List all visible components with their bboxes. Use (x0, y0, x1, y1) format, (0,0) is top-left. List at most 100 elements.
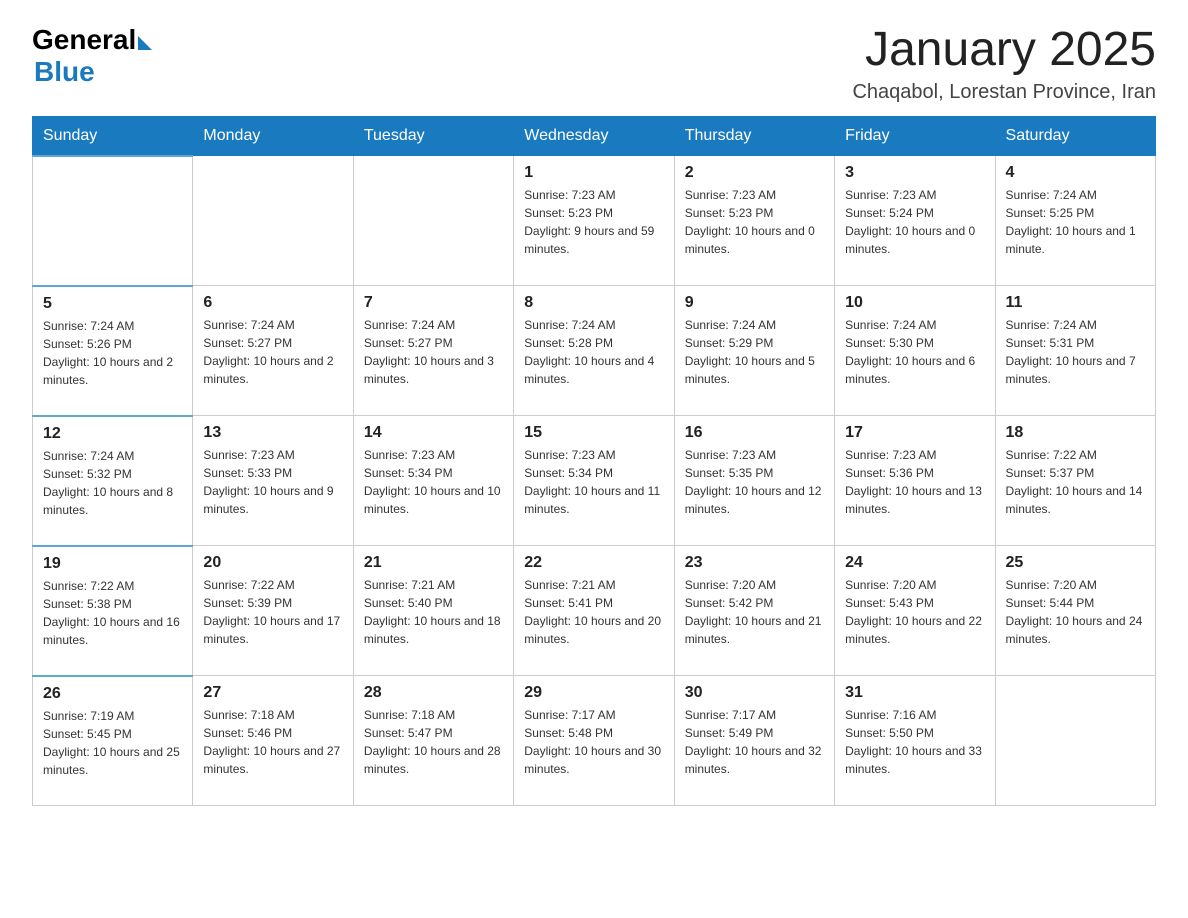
day-info: Sunrise: 7:22 AMSunset: 5:39 PMDaylight:… (203, 576, 342, 648)
day-info: Sunrise: 7:24 AMSunset: 5:25 PMDaylight:… (1006, 186, 1145, 258)
day-number: 14 (364, 424, 503, 442)
day-info: Sunrise: 7:19 AMSunset: 5:45 PMDaylight:… (43, 707, 182, 779)
day-info: Sunrise: 7:22 AMSunset: 5:38 PMDaylight:… (43, 577, 182, 649)
calendar-cell: 2 Sunrise: 7:23 AMSunset: 5:23 PMDaylight… (674, 156, 834, 286)
calendar-week-row: 12Sunrise: 7:24 AMSunset: 5:32 PMDayligh… (33, 416, 1156, 546)
calendar-cell (193, 156, 353, 286)
weekday-header-monday: Monday (193, 116, 353, 156)
day-info: Sunrise: 7:20 AMSunset: 5:43 PMDaylight:… (845, 576, 984, 648)
day-info: Sunrise: 7:23 AMSunset: 5:23 PMDaylight:… (685, 186, 824, 258)
day-info: Sunrise: 7:24 AMSunset: 5:30 PMDaylight:… (845, 316, 984, 388)
calendar-week-row: 5 Sunrise: 7:24 AMSunset: 5:26 PMDaylight… (33, 286, 1156, 416)
day-number: 19 (43, 555, 182, 573)
day-info: Sunrise: 7:23 AMSunset: 5:36 PMDaylight:… (845, 446, 984, 518)
calendar-cell: 8 Sunrise: 7:24 AMSunset: 5:28 PMDaylight… (514, 286, 674, 416)
day-number: 8 (524, 294, 663, 312)
calendar-cell: 29 Sunrise: 7:17 AMSunset: 5:48 PMDayligh… (514, 676, 674, 806)
calendar-cell: 5 Sunrise: 7:24 AMSunset: 5:26 PMDaylight… (33, 286, 193, 416)
day-number: 3 (845, 164, 984, 182)
logo-blue-text: Blue (34, 56, 152, 88)
day-info: Sunrise: 7:23 AMSunset: 5:35 PMDaylight:… (685, 446, 824, 518)
calendar-cell: 19 Sunrise: 7:22 AMSunset: 5:38 PMDayligh… (33, 546, 193, 676)
day-number: 24 (845, 554, 984, 572)
day-number: 29 (524, 684, 663, 702)
weekday-header-tuesday: Tuesday (353, 116, 513, 156)
calendar-cell (33, 156, 193, 286)
calendar-cell: 25 Sunrise: 7:20 AMSunset: 5:44 PMDayligh… (995, 546, 1155, 676)
calendar-cell: 6Sunrise: 7:24 AMSunset: 5:27 PMDaylight… (193, 286, 353, 416)
day-info: Sunrise: 7:20 AMSunset: 5:44 PMDaylight:… (1006, 576, 1145, 648)
calendar-cell: 26Sunrise: 7:19 AMSunset: 5:45 PMDayligh… (33, 676, 193, 806)
day-number: 13 (203, 424, 342, 442)
title-section: January 2025 Chaqabol, Lorestan Province… (852, 24, 1156, 104)
day-info: Sunrise: 7:23 AMSunset: 5:23 PMDaylight:… (524, 186, 663, 258)
calendar-cell: 9 Sunrise: 7:24 AMSunset: 5:29 PMDaylight… (674, 286, 834, 416)
calendar-week-row: 1 Sunrise: 7:23 AMSunset: 5:23 PMDaylight… (33, 156, 1156, 286)
weekday-header-wednesday: Wednesday (514, 116, 674, 156)
calendar-cell: 7 Sunrise: 7:24 AMSunset: 5:27 PMDaylight… (353, 286, 513, 416)
month-title: January 2025 (852, 24, 1156, 77)
day-number: 10 (845, 294, 984, 312)
page-header: General Blue January 2025 Chaqabol, Lore… (32, 24, 1156, 104)
calendar-cell: 21 Sunrise: 7:21 AMSunset: 5:40 PMDayligh… (353, 546, 513, 676)
day-number: 21 (364, 554, 503, 572)
day-info: Sunrise: 7:21 AMSunset: 5:40 PMDaylight:… (364, 576, 503, 648)
day-number: 2 (685, 164, 824, 182)
calendar-cell (995, 676, 1155, 806)
day-info: Sunrise: 7:24 AMSunset: 5:27 PMDaylight:… (364, 316, 503, 388)
calendar-cell: 28 Sunrise: 7:18 AMSunset: 5:47 PMDayligh… (353, 676, 513, 806)
day-info: Sunrise: 7:18 AMSunset: 5:47 PMDaylight:… (364, 706, 503, 778)
calendar-table: SundayMondayTuesdayWednesdayThursdayFrid… (32, 116, 1156, 807)
day-info: Sunrise: 7:24 AMSunset: 5:27 PMDaylight:… (203, 316, 342, 388)
calendar-cell: 20 Sunrise: 7:22 AMSunset: 5:39 PMDayligh… (193, 546, 353, 676)
calendar-cell: 15Sunrise: 7:23 AMSunset: 5:34 PMDayligh… (514, 416, 674, 546)
day-number: 22 (524, 554, 663, 572)
day-info: Sunrise: 7:23 AMSunset: 5:24 PMDaylight:… (845, 186, 984, 258)
day-number: 9 (685, 294, 824, 312)
calendar-cell: 13Sunrise: 7:23 AMSunset: 5:33 PMDayligh… (193, 416, 353, 546)
calendar-cell: 27Sunrise: 7:18 AMSunset: 5:46 PMDayligh… (193, 676, 353, 806)
day-info: Sunrise: 7:24 AMSunset: 5:28 PMDaylight:… (524, 316, 663, 388)
day-info: Sunrise: 7:17 AMSunset: 5:48 PMDaylight:… (524, 706, 663, 778)
location-subtitle: Chaqabol, Lorestan Province, Iran (852, 81, 1156, 104)
day-number: 17 (845, 424, 984, 442)
weekday-header-sunday: Sunday (33, 116, 193, 156)
calendar-cell: 12Sunrise: 7:24 AMSunset: 5:32 PMDayligh… (33, 416, 193, 546)
calendar-cell (353, 156, 513, 286)
day-number: 16 (685, 424, 824, 442)
day-info: Sunrise: 7:21 AMSunset: 5:41 PMDaylight:… (524, 576, 663, 648)
day-info: Sunrise: 7:23 AMSunset: 5:34 PMDaylight:… (524, 446, 663, 518)
calendar-cell: 17 Sunrise: 7:23 AMSunset: 5:36 PMDayligh… (835, 416, 995, 546)
day-info: Sunrise: 7:23 AMSunset: 5:34 PMDaylight:… (364, 446, 503, 518)
day-number: 11 (1006, 294, 1145, 312)
day-number: 25 (1006, 554, 1145, 572)
day-info: Sunrise: 7:20 AMSunset: 5:42 PMDaylight:… (685, 576, 824, 648)
calendar-cell: 1 Sunrise: 7:23 AMSunset: 5:23 PMDaylight… (514, 156, 674, 286)
day-number: 20 (203, 554, 342, 572)
day-number: 5 (43, 295, 182, 313)
calendar-cell: 23 Sunrise: 7:20 AMSunset: 5:42 PMDayligh… (674, 546, 834, 676)
day-number: 30 (685, 684, 824, 702)
day-number: 31 (845, 684, 984, 702)
calendar-body: 1 Sunrise: 7:23 AMSunset: 5:23 PMDaylight… (33, 156, 1156, 806)
day-info: Sunrise: 7:18 AMSunset: 5:46 PMDaylight:… (203, 706, 342, 778)
day-number: 23 (685, 554, 824, 572)
weekday-header-friday: Friday (835, 116, 995, 156)
logo-general-text: General (32, 24, 136, 56)
day-number: 1 (524, 164, 663, 182)
calendar-cell: 24 Sunrise: 7:20 AMSunset: 5:43 PMDayligh… (835, 546, 995, 676)
calendar-cell: 16 Sunrise: 7:23 AMSunset: 5:35 PMDayligh… (674, 416, 834, 546)
day-info: Sunrise: 7:17 AMSunset: 5:49 PMDaylight:… (685, 706, 824, 778)
day-number: 28 (364, 684, 503, 702)
day-number: 4 (1006, 164, 1145, 182)
calendar-cell: 3 Sunrise: 7:23 AMSunset: 5:24 PMDaylight… (835, 156, 995, 286)
day-info: Sunrise: 7:16 AMSunset: 5:50 PMDaylight:… (845, 706, 984, 778)
day-number: 7 (364, 294, 503, 312)
day-info: Sunrise: 7:24 AMSunset: 5:26 PMDaylight:… (43, 317, 182, 389)
calendar-week-row: 19 Sunrise: 7:22 AMSunset: 5:38 PMDayligh… (33, 546, 1156, 676)
calendar-cell: 10 Sunrise: 7:24 AMSunset: 5:30 PMDayligh… (835, 286, 995, 416)
day-info: Sunrise: 7:24 AMSunset: 5:29 PMDaylight:… (685, 316, 824, 388)
calendar-header: SundayMondayTuesdayWednesdayThursdayFrid… (33, 116, 1156, 156)
calendar-cell: 18Sunrise: 7:22 AMSunset: 5:37 PMDayligh… (995, 416, 1155, 546)
calendar-cell: 14 Sunrise: 7:23 AMSunset: 5:34 PMDayligh… (353, 416, 513, 546)
